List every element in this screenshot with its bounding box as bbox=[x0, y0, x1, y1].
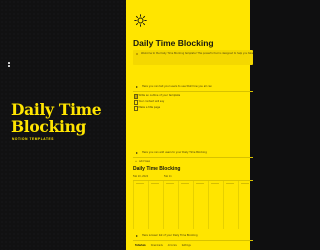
calendar-date: Feb 10, 2024 bbox=[133, 175, 149, 178]
toggle-label: Here you can add users to your Daily Tim… bbox=[142, 151, 207, 154]
calendar-day-header bbox=[151, 183, 159, 184]
calendar-column bbox=[163, 181, 164, 229]
add-view-button[interactable]: + Add View bbox=[135, 159, 150, 164]
calendar-day-header bbox=[211, 183, 219, 184]
calendar-day-header bbox=[166, 183, 174, 184]
calendar-column bbox=[193, 181, 194, 229]
cover-panel: Daily Time Blocking NOTION TEMPLATES bbox=[0, 0, 126, 250]
tab-downloads[interactable]: Downloads bbox=[151, 244, 163, 247]
toggle-triangle-icon bbox=[136, 234, 138, 237]
tab-tutorials[interactable]: Tutorials bbox=[135, 244, 146, 247]
tab-all-links[interactable]: All Links bbox=[168, 244, 177, 247]
toggle-how-to-learn[interactable]: Here you can add users to your Daily Tim… bbox=[133, 150, 253, 156]
calendar-grid[interactable] bbox=[133, 180, 253, 229]
cover-title: Daily Time Blocking bbox=[11, 100, 102, 136]
toggle-triangle-icon bbox=[136, 151, 138, 154]
checklist-label: Your content will say bbox=[138, 100, 165, 103]
calendar-day-header bbox=[226, 183, 234, 184]
welcome-callout: Welcome to the Daily Time Blocking templ… bbox=[133, 50, 253, 65]
menu-dots-icon[interactable] bbox=[8, 62, 10, 67]
calendar-column bbox=[223, 181, 224, 229]
calendar-dates: Feb 10, 2024 Feb 11 bbox=[133, 175, 188, 178]
toggle-triangle-icon bbox=[136, 85, 138, 88]
callout-text: Welcome to the Daily Time Blocking templ… bbox=[141, 51, 253, 55]
calendar-column bbox=[178, 181, 179, 229]
toggle-how-to-view[interactable]: Here is basic list of your Daily Time Bl… bbox=[133, 233, 253, 239]
calendar-day-header bbox=[196, 183, 204, 184]
divider bbox=[133, 91, 253, 92]
calendar-column bbox=[148, 181, 149, 229]
divider bbox=[133, 157, 253, 158]
checklist-label: Make a title page bbox=[138, 106, 161, 109]
calendar-column bbox=[208, 181, 209, 229]
tab-settings[interactable]: Settings bbox=[182, 244, 191, 247]
footer-tabs: Tutorials Downloads All Links Settings bbox=[135, 243, 250, 248]
calendar-day-header bbox=[136, 183, 144, 184]
page-title: Daily Time Blocking bbox=[133, 38, 214, 48]
checklist-label: Write an outline of your template bbox=[138, 94, 181, 97]
calendar-day-header bbox=[181, 183, 189, 184]
toggle-label: Here is basic list of your Daily Time Bl… bbox=[142, 234, 198, 237]
calendar-day-header bbox=[241, 183, 249, 184]
calendar-column bbox=[238, 181, 239, 229]
calendar-date: Feb 11 bbox=[164, 175, 172, 178]
add-view-label: Add View bbox=[139, 160, 151, 163]
notion-page: Daily Time Blocking Welcome to the Daily… bbox=[126, 0, 253, 250]
toggle-label: Here you can tell your users to use that… bbox=[142, 85, 213, 88]
info-icon bbox=[136, 53, 138, 55]
sun-icon bbox=[134, 14, 147, 27]
cover-subtitle: NOTION TEMPLATES bbox=[12, 137, 54, 141]
calendar-column bbox=[133, 181, 134, 229]
toggle-how-to-use[interactable]: Here you can tell your users to use that… bbox=[133, 84, 253, 90]
divider bbox=[133, 240, 253, 241]
calendar-title: Daily Time Blocking bbox=[133, 166, 181, 172]
